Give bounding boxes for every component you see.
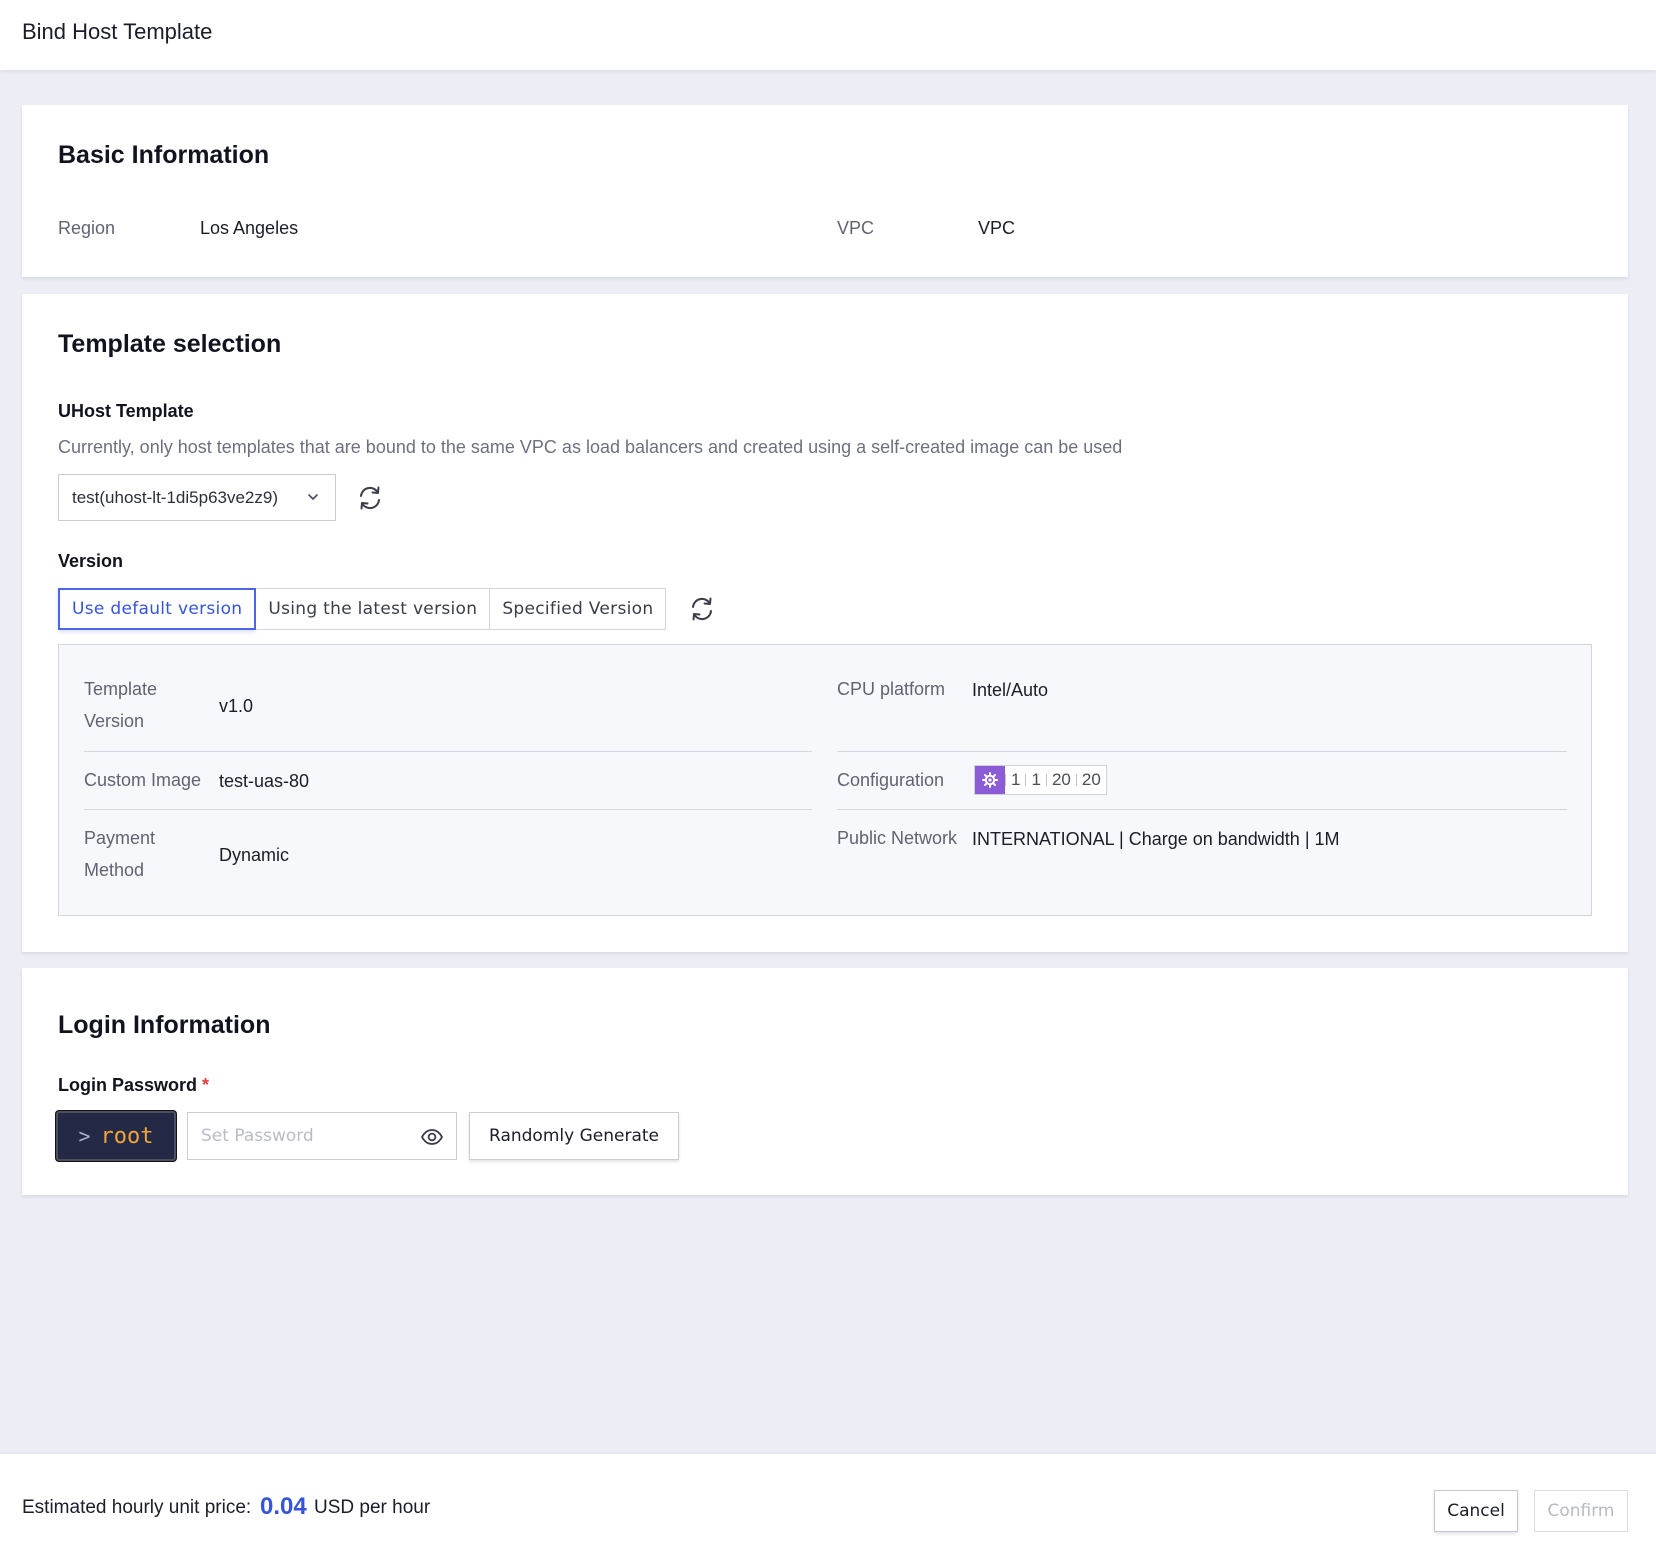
config-cpu: 1 (1011, 770, 1021, 789)
divider (84, 809, 812, 810)
eye-icon[interactable] (420, 1125, 444, 1149)
confirm-button[interactable]: Confirm (1534, 1490, 1628, 1532)
vpc-value: VPC (978, 218, 1016, 238)
public-network-label: Public Network (837, 828, 958, 848)
basic-information-card: Basic Information Region Los Angeles VPC… (22, 105, 1628, 277)
uhost-template-label: UHost Template (58, 401, 194, 421)
config-data-disk: 20 (1081, 770, 1101, 789)
template-selection-title: Template selection (58, 330, 282, 358)
payment-method-label: Payment Method (84, 828, 156, 880)
randomly-generate-button[interactable]: Randomly Generate (469, 1112, 679, 1160)
custom-image-label: Custom Image (84, 770, 202, 790)
version-option-latest[interactable]: Using the latest version (256, 588, 491, 630)
version-label: Version (58, 551, 124, 571)
cancel-button[interactable]: Cancel (1434, 1490, 1518, 1532)
refresh-icon[interactable] (356, 484, 384, 512)
uhost-template-selected: test(uhost-lt-1di5p63ve2z9) (72, 488, 279, 507)
required-mark: * (202, 1075, 210, 1095)
price-unit: USD per hour (314, 1497, 431, 1518)
divider (837, 751, 1567, 752)
template-version-value: v1.0 (219, 696, 254, 716)
footer-bar: Estimated hourly unit price: 0.04 USD pe… (0, 1454, 1656, 1556)
uhost-template-hint: Currently, only host templates that are … (58, 437, 1123, 457)
version-option-default[interactable]: Use default version (58, 588, 257, 630)
config-memory: 1 (1031, 770, 1041, 789)
version-refresh-icon[interactable] (688, 595, 716, 623)
divider (837, 809, 1567, 810)
template-version-label: Template Version (84, 679, 158, 731)
top-bar: Bind Host Template (0, 0, 1656, 70)
config-system-disk: 20 (1051, 770, 1071, 789)
custom-image-value: test-uas-80 (219, 771, 310, 791)
password-field (187, 1112, 457, 1160)
payment-method-value: Dynamic (219, 845, 290, 865)
template-details-panel: Template Version v1.0 CPU platform Intel… (58, 644, 1592, 916)
login-password-label: Login Password * (58, 1075, 210, 1095)
basic-information-title: Basic Information (58, 141, 270, 169)
price-label: Estimated hourly unit price: (22, 1497, 252, 1518)
cpu-platform-value: Intel/Auto (972, 680, 1049, 700)
vpc-label: VPC (837, 218, 875, 238)
password-input[interactable] (188, 1113, 413, 1159)
template-selection-card: Template selection UHost Template Curren… (22, 294, 1628, 952)
price-value: 0.04 (260, 1493, 307, 1520)
public-network-value: INTERNATIONAL | Charge on bandwidth | 1M (972, 829, 1340, 849)
region-value: Los Angeles (200, 218, 299, 238)
prompt-icon: > (78, 1124, 91, 1148)
login-user-name: root (100, 1123, 154, 1149)
chevron-down-icon (308, 494, 318, 500)
login-user-badge: > root (56, 1111, 176, 1161)
uhost-template-select[interactable]: test(uhost-lt-1di5p63ve2z9) (58, 474, 336, 521)
version-selector: Use default version Using the latest ver… (58, 588, 667, 630)
configuration-label: Configuration (837, 770, 945, 790)
login-information-title: Login Information (58, 1011, 271, 1039)
page-title: Bind Host Template (22, 19, 213, 44)
cpu-platform-label: CPU platform (837, 679, 946, 699)
gear-icon (975, 766, 1005, 794)
configuration-badge: 1 1 20 20 (974, 765, 1107, 795)
login-information-card: Login Information Login Password * > root… (22, 968, 1628, 1195)
version-option-specified[interactable]: Specified Version (490, 588, 667, 630)
divider (84, 751, 812, 752)
region-label: Region (58, 218, 116, 238)
